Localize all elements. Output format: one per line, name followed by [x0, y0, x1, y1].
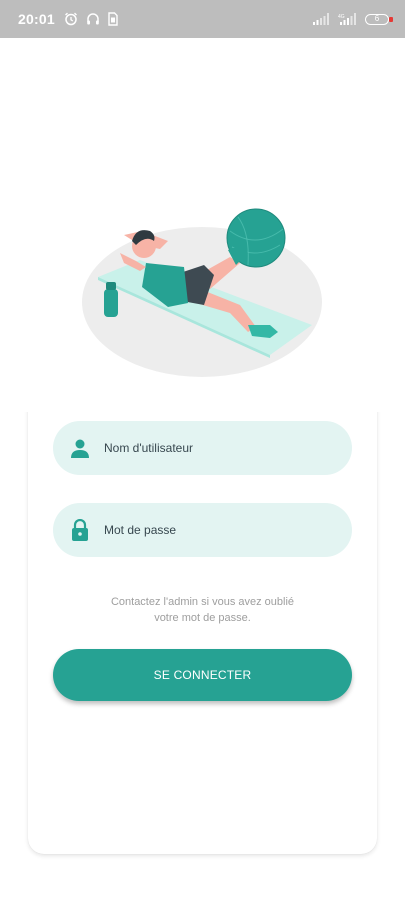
workout-illustration: [82, 208, 322, 377]
login-screen: 20:01 4G 6 Nom d'utilisateur Contactez l…: [0, 0, 405, 900]
hint-line-1: Contactez l'admin si vous avez oublié: [110, 596, 295, 608]
card-top-mask: [20, 390, 385, 412]
person-icon: [69, 437, 91, 459]
login-button[interactable]: SE CONNECTER: [53, 649, 352, 701]
hint-line-2: votre mot de passe.: [154, 612, 251, 624]
headphones-icon: [87, 13, 99, 25]
signal-icon: [313, 13, 329, 25]
status-time: 20:01: [18, 11, 55, 27]
status-bar: 20:01 4G 6: [0, 0, 405, 38]
battery-cap: [389, 16, 393, 22]
lock-icon: [69, 519, 91, 541]
alarm-icon: [64, 12, 77, 26]
username-field[interactable]: [53, 421, 352, 475]
password-field[interactable]: [53, 503, 352, 557]
battery-level: 6: [374, 14, 380, 23]
status-right-icons: 4G 6: [313, 13, 393, 25]
sim-icon: [108, 12, 118, 26]
password-input[interactable]: [102, 522, 326, 538]
wifi-icon: 4G: [338, 13, 356, 25]
svg-text:4G: 4G: [338, 14, 345, 20]
forgot-password-hint: Contactez l'admin si vous avez oublié vo…: [53, 594, 352, 626]
battery-icon: 6: [365, 13, 393, 25]
status-left-icons: [64, 12, 118, 26]
username-input[interactable]: [102, 440, 326, 456]
